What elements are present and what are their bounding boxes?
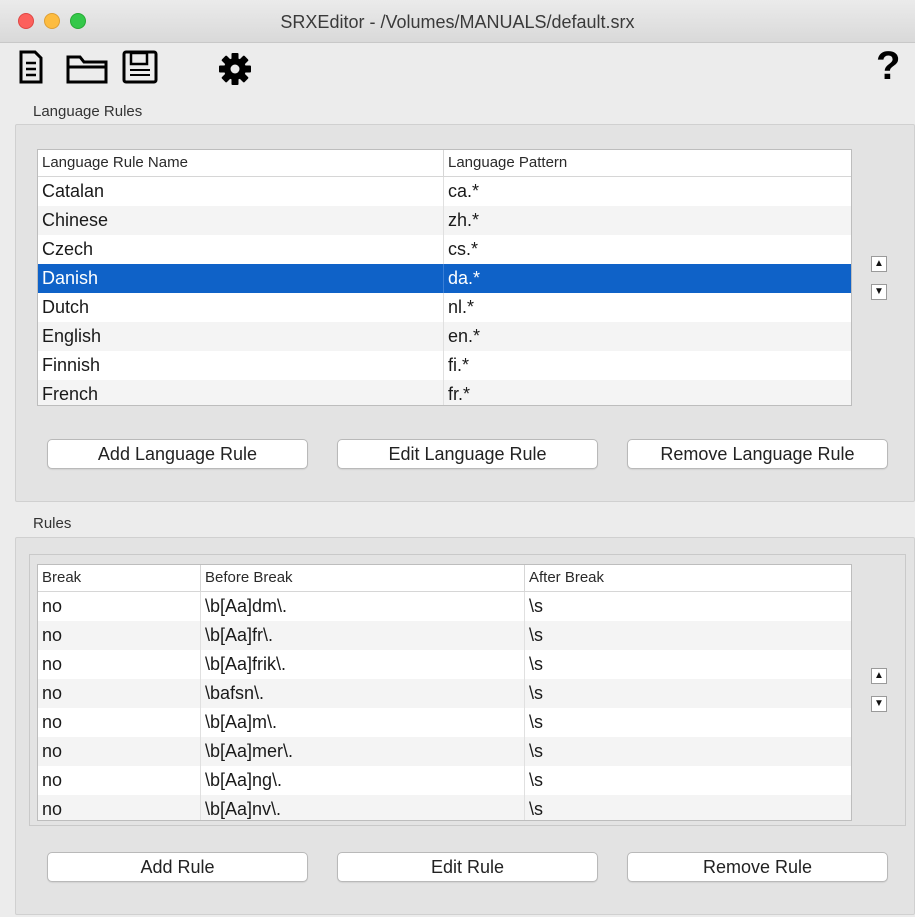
language-rule-name: Finnish xyxy=(38,351,444,380)
title-bar: SRXEditor - /Volumes/MANUALS/default.srx xyxy=(0,0,915,43)
table-row[interactable]: no \b[Aa]m\. \s xyxy=(38,708,851,737)
before-break-cell: \b[Aa]ng\. xyxy=(201,766,525,795)
table-row[interactable]: no \b[Aa]mer\. \s xyxy=(38,737,851,766)
language-pattern: en.* xyxy=(448,326,481,346)
break-cell: no xyxy=(38,766,201,795)
before-break-cell: \b[Aa]mer\. xyxy=(201,737,525,766)
after-break-cell: \s xyxy=(529,683,544,703)
column-header-language-rule-name[interactable]: Language Rule Name xyxy=(38,150,444,176)
before-break-cell: \b[Aa]frik\. xyxy=(201,650,525,679)
language-pattern: ca.* xyxy=(448,181,480,201)
language-rules-label: Language Rules xyxy=(33,103,143,120)
table-row[interactable]: Dutch nl.* xyxy=(38,293,851,322)
rules-label: Rules xyxy=(33,515,72,532)
add-language-rule-button[interactable]: Add Language Rule xyxy=(47,439,308,469)
table-row[interactable]: no \b[Aa]dm\. \s xyxy=(38,592,851,621)
move-rule-up-button[interactable]: ▲ xyxy=(871,668,887,684)
after-break-cell: \s xyxy=(529,654,544,674)
before-break-cell: \bafsn\. xyxy=(201,679,525,708)
language-rule-name: Danish xyxy=(38,264,444,293)
language-pattern: fi.* xyxy=(448,355,470,375)
language-pattern: fr.* xyxy=(448,384,471,404)
break-cell: no xyxy=(38,621,201,650)
language-pattern: da.* xyxy=(448,268,481,288)
language-rule-name: Chinese xyxy=(38,206,444,235)
table-row[interactable]: no \b[Aa]frik\. \s xyxy=(38,650,851,679)
before-break-cell: \b[Aa]fr\. xyxy=(201,621,525,650)
window-title: SRXEditor - /Volumes/MANUALS/default.srx xyxy=(280,12,635,32)
column-header-after-break[interactable]: After Break xyxy=(525,565,851,591)
column-header-language-pattern[interactable]: Language Pattern xyxy=(444,150,851,176)
table-header: Language Rule Name Language Pattern xyxy=(38,150,851,177)
rules-table[interactable]: Break Before Break After Break no \b[Aa]… xyxy=(37,564,852,821)
settings-gear-icon[interactable] xyxy=(218,52,252,91)
table-row[interactable]: no \bafsn\. \s xyxy=(38,679,851,708)
language-pattern: nl.* xyxy=(448,297,475,317)
break-cell: no xyxy=(38,737,201,766)
table-row[interactable]: French fr.* xyxy=(38,380,851,405)
column-header-break[interactable]: Break xyxy=(38,565,201,591)
help-button[interactable]: ? xyxy=(876,44,900,89)
after-break-cell: \s xyxy=(529,770,544,790)
column-header-before-break[interactable]: Before Break xyxy=(201,565,525,591)
language-rule-name: Czech xyxy=(38,235,444,264)
after-break-cell: \s xyxy=(529,596,544,616)
break-cell: no xyxy=(38,650,201,679)
table-row[interactable]: no \b[Aa]nv\. \s xyxy=(38,795,851,820)
table-row-selected[interactable]: Danish da.* xyxy=(38,264,851,293)
edit-language-rule-button[interactable]: Edit Language Rule xyxy=(337,439,598,469)
language-rule-name: Catalan xyxy=(38,177,444,206)
language-pattern: cs.* xyxy=(448,239,479,259)
after-break-cell: \s xyxy=(529,625,544,645)
break-cell: no xyxy=(38,708,201,737)
new-document-icon[interactable] xyxy=(18,50,44,89)
break-cell: no xyxy=(38,592,201,621)
move-language-rule-up-button[interactable]: ▲ xyxy=(871,256,887,272)
after-break-cell: \s xyxy=(529,712,544,732)
language-rule-name: English xyxy=(38,322,444,351)
after-break-cell: \s xyxy=(529,741,544,761)
table-row[interactable]: no \b[Aa]ng\. \s xyxy=(38,766,851,795)
before-break-cell: \b[Aa]m\. xyxy=(201,708,525,737)
move-rule-down-button[interactable]: ▼ xyxy=(871,696,887,712)
save-icon[interactable] xyxy=(122,50,158,89)
language-pattern: zh.* xyxy=(448,210,480,230)
move-language-rule-down-button[interactable]: ▼ xyxy=(871,284,887,300)
table-row[interactable]: English en.* xyxy=(38,322,851,351)
edit-rule-button[interactable]: Edit Rule xyxy=(337,852,598,882)
open-folder-icon[interactable] xyxy=(66,54,108,89)
remove-rule-button[interactable]: Remove Rule xyxy=(627,852,888,882)
table-header: Break Before Break After Break xyxy=(38,565,851,592)
language-rule-name: French xyxy=(38,380,444,405)
before-break-cell: \b[Aa]nv\. xyxy=(201,795,525,820)
language-rules-table[interactable]: Language Rule Name Language Pattern Cata… xyxy=(37,149,852,406)
table-row[interactable]: Finnish fi.* xyxy=(38,351,851,380)
language-rule-name: Dutch xyxy=(38,293,444,322)
break-cell: no xyxy=(38,795,201,820)
remove-language-rule-button[interactable]: Remove Language Rule xyxy=(627,439,888,469)
after-break-cell: \s xyxy=(529,799,544,819)
add-rule-button[interactable]: Add Rule xyxy=(47,852,308,882)
break-cell: no xyxy=(38,679,201,708)
table-row[interactable]: no \b[Aa]fr\. \s xyxy=(38,621,851,650)
table-row[interactable]: Czech cs.* xyxy=(38,235,851,264)
before-break-cell: \b[Aa]dm\. xyxy=(201,592,525,621)
table-row[interactable]: Catalan ca.* xyxy=(38,177,851,206)
table-row[interactable]: Chinese zh.* xyxy=(38,206,851,235)
